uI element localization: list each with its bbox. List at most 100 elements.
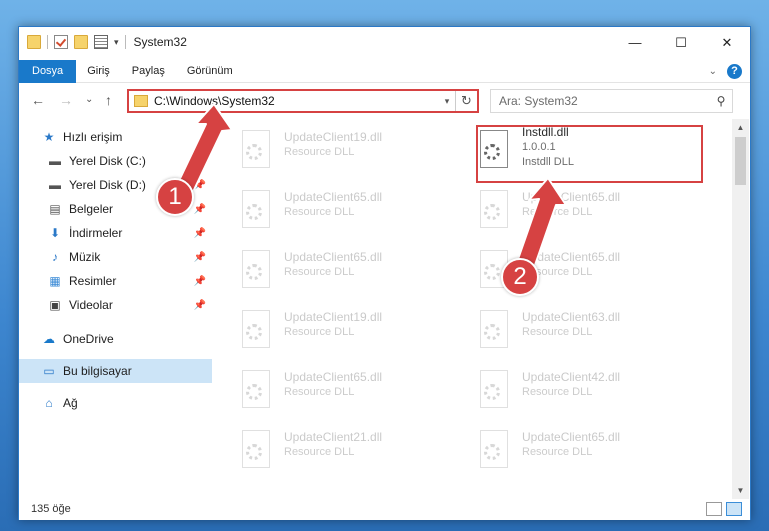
star-icon: ★: [43, 130, 55, 144]
download-icon: ⬇: [49, 226, 61, 240]
pin-icon[interactable]: 📌: [194, 300, 206, 311]
file-item[interactable]: UpdateClient21.dll Resource DLL: [214, 423, 439, 479]
tab-home[interactable]: Giriş: [76, 60, 121, 83]
scroll-up-icon[interactable]: ▲: [732, 119, 749, 136]
tab-share[interactable]: Paylaş: [121, 60, 176, 83]
sidebar-item-label: OneDrive: [63, 332, 114, 346]
file-name: UpdateClient65.dll: [284, 250, 383, 264]
scroll-thumb[interactable]: [735, 137, 746, 185]
dll-file-icon: [476, 430, 512, 472]
maximize-button[interactable]: ☐: [658, 27, 704, 58]
view-switcher: [706, 502, 742, 516]
file-item[interactable]: UpdateClient65.dll Resource DLL: [214, 183, 439, 239]
sidebar-item-pictures[interactable]: ▦ Resimler 📌: [19, 269, 212, 293]
file-item[interactable]: UpdateClient19.dll Resource DLL: [214, 303, 439, 359]
file-name: UpdateClient19.dll: [284, 310, 383, 324]
file-description: Resource DLL: [522, 206, 593, 218]
pin-icon[interactable]: 📌: [194, 156, 206, 167]
address-bar[interactable]: C:\Windows\System32 ▾ ↻: [127, 89, 479, 113]
customize-chevron-down-icon[interactable]: ▾: [114, 37, 119, 48]
file-item[interactable]: UpdateClient65.dll Resource DLL: [214, 243, 439, 299]
pin-icon[interactable]: 📌: [194, 180, 206, 191]
music-icon: ♪: [52, 250, 58, 264]
file-description: Resource DLL: [522, 326, 593, 338]
new-folder-icon[interactable]: [74, 35, 88, 49]
dll-file-icon: [238, 430, 274, 472]
dll-file-icon: [238, 130, 274, 172]
file-item[interactable]: UpdateClient19.dll Resource DLL: [214, 123, 439, 179]
search-input[interactable]: [499, 94, 710, 108]
file-name: UpdateClient65.dll: [522, 250, 621, 264]
file-name: UpdateClient65.dll: [284, 370, 383, 384]
sidebar-item-label: Resimler: [69, 274, 117, 288]
close-button[interactable]: ✕: [704, 27, 750, 58]
sidebar-item-onedrive[interactable]: ☁ OneDrive: [19, 327, 212, 351]
video-icon: ▣: [49, 298, 61, 312]
sidebar-item-local-disk-c[interactable]: ▬ Yerel Disk (C:) 📌: [19, 149, 212, 173]
ribbon: Dosya Giriş Paylaş Görünüm ⌄ ?: [19, 60, 750, 83]
sidebar-item-music[interactable]: ♪ Müzik 📌: [19, 245, 212, 269]
separator: [124, 35, 126, 49]
minimize-button[interactable]: —: [612, 27, 658, 58]
sidebar-item-label: Videolar: [69, 298, 113, 312]
dll-file-icon: [238, 370, 274, 412]
file-item[interactable]: UpdateClient65.dll Resource DLL: [452, 243, 677, 299]
search-box[interactable]: ⚲: [490, 89, 733, 113]
tiles-view-icon[interactable]: [726, 502, 742, 516]
network-icon: ⌂: [45, 396, 53, 410]
file-description: Resource DLL: [284, 266, 355, 278]
pin-icon[interactable]: 📌: [194, 276, 206, 287]
expand-ribbon-chevron-icon[interactable]: ⌄: [709, 66, 717, 77]
sidebar-item-label: Hızlı erişim: [63, 130, 123, 144]
navigation-bar: ← → ⌄ ↑ C:\Windows\System32 ▾ ↻ ⚲: [19, 84, 750, 118]
file-name: UpdateClient19.dll: [284, 130, 383, 144]
pin-icon[interactable]: 📌: [194, 204, 206, 215]
file-item[interactable]: UpdateClient63.dll Resource DLL: [452, 303, 677, 359]
item-count: 135 öğe: [31, 503, 71, 515]
scroll-down-icon[interactable]: ▼: [732, 482, 749, 499]
dll-file-icon: [238, 190, 274, 232]
status-bar: 135 öğe: [19, 499, 750, 520]
list-icon[interactable]: [94, 35, 108, 49]
details-view-icon[interactable]: [706, 502, 722, 516]
pin-icon[interactable]: 📌: [194, 252, 206, 263]
back-arrow-icon[interactable]: ←: [31, 92, 45, 108]
pin-icon[interactable]: 📌: [194, 228, 206, 239]
folder-icon: [134, 95, 148, 107]
up-arrow-icon[interactable]: ↑: [105, 92, 112, 108]
sidebar-item-label: Yerel Disk (D:): [69, 178, 146, 192]
sidebar-item-this-pc[interactable]: ▭ Bu bilgisayar: [19, 359, 212, 383]
file-item[interactable]: UpdateClient42.dll Resource DLL: [452, 363, 677, 419]
title-bar: ▾ System32 — ☐ ✕: [19, 27, 750, 60]
file-item[interactable]: UpdateClient65.dll Resource DLL: [452, 183, 677, 239]
file-item[interactable]: UpdateClient65.dll Resource DLL: [452, 423, 677, 479]
address-path[interactable]: C:\Windows\System32: [154, 94, 439, 108]
file-name: UpdateClient65.dll: [522, 430, 621, 444]
window-controls: — ☐ ✕: [612, 27, 750, 58]
step-badge-2: 2: [501, 258, 539, 296]
tab-file[interactable]: Dosya: [19, 60, 77, 83]
refresh-icon[interactable]: ↻: [455, 91, 477, 111]
dll-file-icon: [476, 310, 512, 352]
sidebar-item-downloads[interactable]: ⬇ İndirmeler 📌: [19, 221, 212, 245]
forward-arrow-icon[interactable]: →: [59, 92, 73, 108]
sidebar-item-network[interactable]: ⌂ Ağ: [19, 391, 212, 415]
folder-icon: [27, 35, 41, 49]
explorer-window: ▾ System32 — ☐ ✕ Dosya Giriş Paylaş Görü…: [18, 26, 751, 520]
ribbon-right: ⌄ ?: [709, 64, 742, 79]
address-dropdown-chevron-icon[interactable]: ▾: [439, 96, 455, 107]
file-name: UpdateClient65.dll: [522, 190, 621, 204]
sidebar-item-quick-access[interactable]: ★ Hızlı erişim: [19, 125, 212, 149]
help-icon[interactable]: ?: [727, 64, 742, 79]
file-description: Resource DLL: [522, 386, 593, 398]
vertical-scrollbar[interactable]: ▲ ▼: [732, 119, 749, 499]
recent-locations-chevron-icon[interactable]: ⌄: [85, 94, 93, 105]
cloud-icon: ☁: [43, 332, 55, 346]
sidebar-item-videos[interactable]: ▣ Videolar 📌: [19, 293, 212, 317]
file-name: UpdateClient42.dll: [522, 370, 621, 384]
properties-check-icon[interactable]: [54, 35, 68, 49]
search-icon[interactable]: ⚲: [710, 94, 732, 108]
file-description: Resource DLL: [284, 326, 355, 338]
file-item[interactable]: UpdateClient65.dll Resource DLL: [214, 363, 439, 419]
tab-view[interactable]: Görünüm: [176, 60, 244, 83]
